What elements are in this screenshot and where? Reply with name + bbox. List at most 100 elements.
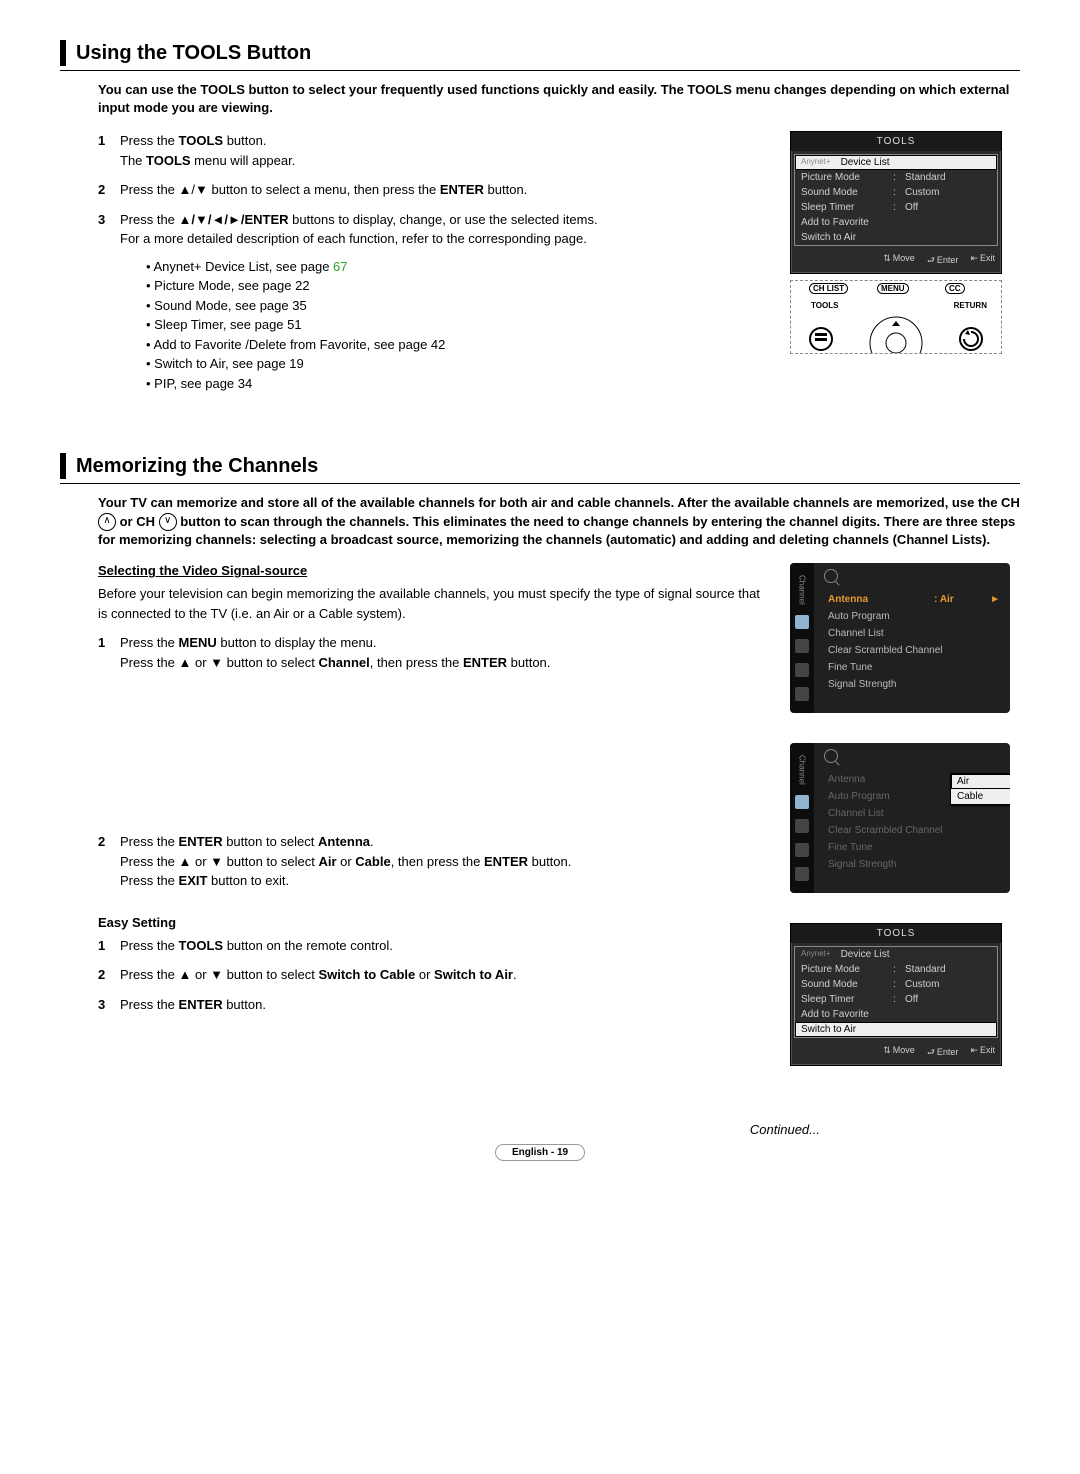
menu-label: Clear Scrambled Channel — [828, 825, 1000, 836]
osd-label: Switch to Air — [801, 232, 991, 243]
osd-row: Sleep Timer:Off — [795, 200, 997, 215]
step-text: Press the ENTER button. — [120, 995, 770, 1015]
menu-value: : Air — [934, 594, 984, 605]
section-intro: Your TV can memorize and store all of th… — [60, 494, 1020, 549]
osd-row: Sound Mode:Custom — [795, 185, 997, 200]
menu-label: Antenna — [828, 594, 928, 605]
osd-footer: Move Enter Exit — [791, 249, 1001, 273]
step-number: 2 — [98, 832, 120, 891]
ch-up-icon: ∧ — [98, 513, 116, 531]
menu-row: Auto Program — [824, 608, 1004, 625]
osd-row: Add to Favorite — [795, 215, 997, 230]
step-text: Press the TOOLS button. The TOOLS menu w… — [120, 131, 770, 170]
channel-menu-osd: Channel Antenna : Air ► Auto Program Channel… — [790, 563, 1010, 713]
subheading: Selecting the Video Signal-source — [98, 563, 770, 578]
menu-row: Channel List — [824, 805, 1004, 822]
osd-value: Custom — [905, 187, 991, 198]
step-text: Press the ▲ or ▼ button to select Switch… — [120, 965, 770, 985]
ch-down-icon: ∨ — [159, 513, 177, 531]
page-number: English - 19 — [495, 1144, 585, 1161]
reference-list: Anynet+ Device List, see page 67 Picture… — [120, 257, 770, 394]
lead-text: Before your television can begin memoriz… — [98, 584, 770, 623]
chevron-right-icon: ► — [990, 594, 1000, 605]
osd-sidebar: Channel — [790, 743, 814, 893]
step-text: Press the ▲/▼/◄/►/ENTER buttons to displ… — [120, 210, 770, 394]
menu-label: Fine Tune — [828, 842, 1000, 853]
section-header: Memorizing the Channels — [60, 453, 1020, 484]
anynet-prefix-icon: Anynet+ — [801, 949, 831, 960]
sidebar-icon — [795, 639, 809, 653]
step-number: 1 — [98, 633, 120, 672]
osd-label: Sound Mode — [801, 979, 887, 990]
step-number: 3 — [98, 210, 120, 394]
osd-row: Picture Mode:Standard — [795, 962, 997, 977]
exit-hint: Exit — [970, 253, 995, 269]
osd-row: Switch to Air — [795, 1022, 997, 1037]
osd-title: TOOLS — [791, 132, 1001, 151]
sidebar-icon — [795, 615, 809, 629]
sidebar-icon — [795, 687, 809, 701]
popup-option: Air — [951, 774, 1010, 789]
search-icon — [824, 749, 838, 763]
osd-label: Picture Mode — [801, 964, 887, 975]
osd-row: Anynet+Device List — [795, 155, 997, 170]
search-icon — [824, 569, 838, 583]
steps-column: 1 Press the TOOLS button. The TOOLS menu… — [98, 131, 770, 403]
move-hint: Move — [883, 253, 915, 269]
menu-row: Antenna : Air ► — [824, 591, 1004, 608]
osd-label: Add to Favorite — [801, 217, 991, 228]
enter-hint: Enter — [927, 253, 959, 269]
anynet-prefix-icon: Anynet+ — [801, 157, 831, 168]
step-text: Press the TOOLS button on the remote con… — [120, 936, 770, 956]
step-number: 2 — [98, 180, 120, 200]
menu-row: Channel List — [824, 625, 1004, 642]
step-number: 1 — [98, 936, 120, 956]
sidebar-tab-label: Channel — [798, 755, 807, 785]
remote-chlist-button: CH LIST — [809, 283, 848, 294]
tools-osd-panel: TOOLS Anynet+Device ListPicture Mode:Sta… — [790, 131, 1002, 274]
sidebar-icon — [795, 663, 809, 677]
remote-dpad-icon — [791, 299, 1001, 353]
remote-diagram: CH LIST MENU CC TOOLS RETURN — [790, 280, 1002, 354]
osd-label: Picture Mode — [801, 172, 887, 183]
osd-footer: Move Enter Exit — [791, 1041, 1001, 1065]
menu-row: Signal Strength — [824, 856, 1004, 873]
step-text: Press the ▲/▼ button to select a menu, t… — [120, 180, 770, 200]
osd-label: Sleep Timer — [801, 202, 887, 213]
step-text: Press the MENU button to display the men… — [120, 633, 770, 672]
osd-value: Off — [905, 994, 991, 1005]
osd-row: Picture Mode:Standard — [795, 170, 997, 185]
channel-menu-osd-popup: Channel AntennaAuto ProgramChannel ListC… — [790, 743, 1010, 893]
osd-row: Anynet+Device List — [795, 947, 997, 962]
menu-label: Signal Strength — [828, 859, 1000, 870]
antenna-popup: AirCable — [950, 773, 1010, 805]
section-memorizing-channels: Memorizing the Channels Your TV can memo… — [60, 453, 1020, 1072]
step-text: Press the ENTER button to select Antenna… — [120, 832, 770, 891]
osd-label: Sleep Timer — [801, 994, 887, 1005]
section-using-tools: Using the TOOLS Button You can use the T… — [60, 40, 1020, 403]
osd-value: Standard — [905, 964, 991, 975]
osd-label: Sound Mode — [801, 187, 887, 198]
osd-row: Sound Mode:Custom — [795, 977, 997, 992]
menu-row: Clear Scrambled Channel — [824, 822, 1004, 839]
menu-label: Channel List — [828, 628, 1000, 639]
menu-label: Clear Scrambled Channel — [828, 645, 1000, 656]
menu-label: Fine Tune — [828, 662, 1000, 673]
sidebar-tab-label: Channel — [798, 575, 807, 605]
header-bar-icon — [60, 40, 66, 66]
sidebar-icon — [795, 819, 809, 833]
tools-osd-panel-2: TOOLS Anynet+Device ListPicture Mode:Sta… — [790, 923, 1002, 1066]
section-intro: You can use the TOOLS button to select y… — [60, 81, 1020, 117]
easy-setting-head: Easy Setting — [98, 915, 770, 930]
sidebar-icon — [795, 867, 809, 881]
enter-hint: Enter — [927, 1045, 959, 1061]
section-title: Using the TOOLS Button — [76, 42, 311, 65]
section-header: Using the TOOLS Button — [60, 40, 1020, 71]
osd-row: Sleep Timer:Off — [795, 992, 997, 1007]
sidebar-icon — [795, 843, 809, 857]
remote-cc-button: CC — [945, 283, 965, 294]
step-number: 3 — [98, 995, 120, 1015]
section-title: Memorizing the Channels — [76, 455, 318, 478]
exit-hint: Exit — [970, 1045, 995, 1061]
osd-label: Switch to Air — [801, 1024, 991, 1035]
